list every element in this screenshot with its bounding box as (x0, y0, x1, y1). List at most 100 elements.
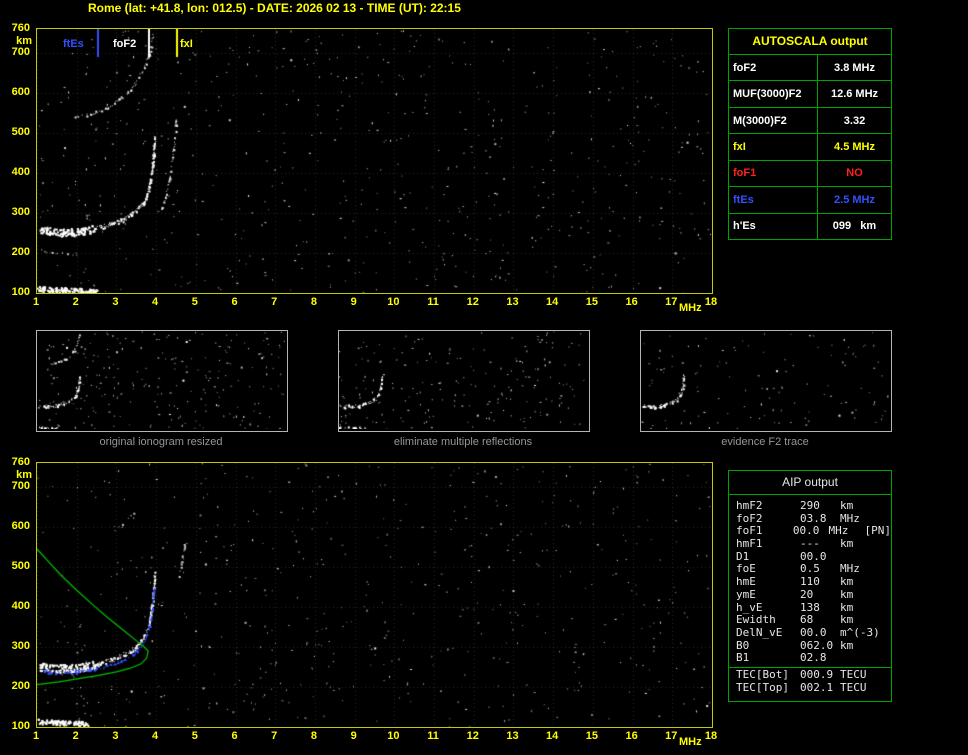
x-axis-tick-label: 8 (310, 296, 317, 308)
aip-val: 02.8 (800, 651, 827, 665)
aip-name: ymE (736, 587, 756, 601)
y-axis-tick-label: 200 (11, 680, 30, 692)
x-axis-tick-label: 12 (466, 296, 479, 308)
x-axis-tick-label: 10 (387, 730, 400, 742)
aip-table-row: Ewidth 68 km (736, 613, 891, 627)
thumbnail-original-ionogram (36, 330, 288, 432)
aip-unit: km (840, 613, 854, 627)
aip-name: Ewidth (736, 613, 776, 627)
x-axis-tick-label: 6 (231, 730, 238, 742)
x-axis-tick-label: 7 (271, 730, 278, 742)
legend-fof2-label: foF2 (113, 38, 137, 50)
x-axis-tick-label: 11 (427, 730, 439, 742)
x-axis-tick-label: 5 (191, 296, 198, 308)
aip-val: 00.0 (800, 625, 827, 639)
aip-val: 68 (800, 613, 814, 627)
aip-unit: TECU (840, 680, 867, 694)
autoscala-value-fof1: NO (846, 167, 863, 180)
aip-table-row: hmF2 290 km (736, 499, 891, 513)
bottom-plot-x-unit-label: MHz (679, 736, 702, 748)
aip-table-row: hmF1 --- km (736, 537, 891, 551)
top-plot-x-axis: 1 2 3 4 5 6 7 8 9 10 11 12 13 14 15 16 17 18 (33, 296, 726, 310)
autoscala-value-fof2: 3.8 MHz (834, 61, 875, 74)
autoscala-row-ftes: ftEs 2.5 MHz (729, 187, 891, 214)
x-axis-tick-label: 11 (427, 296, 439, 308)
aip-table-row: B1 02.8 (736, 652, 891, 665)
aip-unit: m^(-3) (840, 625, 880, 639)
aip-table-row: ymE 20 km (736, 587, 891, 602)
autoscala-value-m3000f2: 3.32 (843, 114, 866, 127)
aip-val: 002.1 (800, 680, 834, 694)
aip-output-table: AIP output hmF2 290 km foF2 03.8 MHz foF1 00.0 M… (728, 470, 892, 702)
x-axis-tick-label: 14 (546, 296, 559, 308)
x-axis-tick-label: 14 (546, 730, 559, 742)
aip-val: 110 (800, 575, 820, 589)
x-axis-tick-label: 2 (72, 296, 79, 308)
aip-name: DelN_vE (736, 625, 783, 639)
thumbnail-eliminate-multiples (338, 330, 590, 432)
bottom-ionogram-plot (36, 462, 713, 728)
autoscala-row-fof2: foF2 3.8 MHz (729, 55, 891, 82)
thumbnail-multiples-canvas (339, 331, 587, 429)
aip-table-title: AIP output (729, 471, 891, 495)
x-axis-tick-label: 16 (625, 730, 638, 742)
x-axis-tick-label: 15 (585, 296, 598, 308)
autoscala-output-table: AUTOSCALA output foF2 3.8 MHz MUF(3000)F… (728, 28, 892, 240)
x-axis-tick-label: 13 (506, 296, 519, 308)
x-axis-tick-label: 8 (310, 730, 317, 742)
autoscala-value-ftes: 2.5 MHz (834, 193, 875, 206)
x-axis-tick-label: 3 (112, 296, 119, 308)
aip-val: 000.9 (800, 667, 834, 681)
top-plot-x-unit-label: MHz (679, 302, 702, 314)
y-axis-tick-label: 700 (11, 46, 30, 58)
bottom-plot-y-unit-label: km (16, 469, 32, 481)
autoscala-row-muf3000f2: MUF(3000)F2 12.6 MHz (729, 81, 891, 108)
aip-tec-row: TEC[Bot] 000.9 TECU (736, 667, 891, 682)
aip-val: 290 (800, 499, 820, 512)
aip-table-row: DelN_vE 00.0 m^(-3) (736, 625, 891, 640)
y-axis-tick-label: 700 (11, 480, 30, 492)
x-axis-tick-label: 4 (152, 730, 159, 742)
y-axis-tick-label: 400 (11, 600, 30, 612)
x-axis-tick-label: 7 (271, 296, 278, 308)
x-axis-tick-label: 2 (72, 730, 79, 742)
autoscala-table-title: AUTOSCALA output (729, 29, 891, 55)
autoscala-app-window: { "header": { "title": "Rome (lat: +41.8… (0, 0, 968, 755)
aip-name: TEC[Bot] (736, 667, 789, 681)
x-axis-tick-label: 4 (152, 296, 159, 308)
autoscala-label-fof2: foF2 (729, 55, 818, 81)
aip-val: 20 (800, 587, 814, 601)
thumbnail-evidence-f2 (640, 330, 892, 432)
aip-unit (840, 652, 874, 665)
autoscala-label-m3000f2: M(3000)F2 (729, 107, 818, 134)
aip-unit: km (840, 537, 854, 551)
thumbnail-caption-original: original ionogram resized (99, 436, 223, 448)
x-axis-tick-label: 3 (112, 730, 119, 742)
y-axis-tick-label: 760 (11, 22, 30, 34)
x-axis-tick-label: 9 (350, 296, 357, 308)
autoscala-label-fxi: fxI (729, 134, 818, 160)
autoscala-label-muf3000f2: MUF(3000)F2 (729, 81, 818, 107)
aip-unit: km (840, 638, 854, 652)
autoscala-label-fof1: foF1 (729, 160, 818, 187)
x-axis-tick-label: 9 (350, 730, 357, 742)
y-axis-tick-label: 600 (11, 520, 30, 532)
x-axis-tick-label: 18 (704, 730, 718, 742)
top-plot-y-unit-label: km (16, 35, 32, 47)
thumbnail-original-canvas (37, 331, 285, 429)
top-plot-y-axis: 760 700 600 500 400 300 200 100 (0, 22, 33, 298)
aip-tec-rows: TEC[Bot] 000.9 TECU TEC[Top] 002.1 TECU (729, 667, 891, 694)
autoscala-label-hes: h'Es (729, 213, 818, 239)
aip-unit: km (840, 575, 854, 589)
thumbnail-evidence-canvas (641, 331, 889, 429)
x-axis-tick-label: 6 (231, 296, 238, 308)
bottom-plot-x-axis: 1 2 3 4 5 6 7 8 9 10 11 12 13 14 15 16 17 18 (33, 730, 726, 744)
aip-unit: TECU (840, 667, 867, 681)
autoscala-value-fxi: 4.5 MHz (834, 140, 875, 153)
x-axis-tick-label: 12 (466, 730, 479, 742)
thumbnail-caption-evidence: evidence F2 trace (721, 436, 809, 448)
autoscala-value-muf3000f2: 12.6 MHz (830, 88, 879, 101)
autoscala-row-fof1: foF1 NO (729, 160, 891, 188)
autoscala-label-ftes: ftEs (729, 187, 818, 213)
x-axis-tick-label: 18 (704, 296, 718, 308)
